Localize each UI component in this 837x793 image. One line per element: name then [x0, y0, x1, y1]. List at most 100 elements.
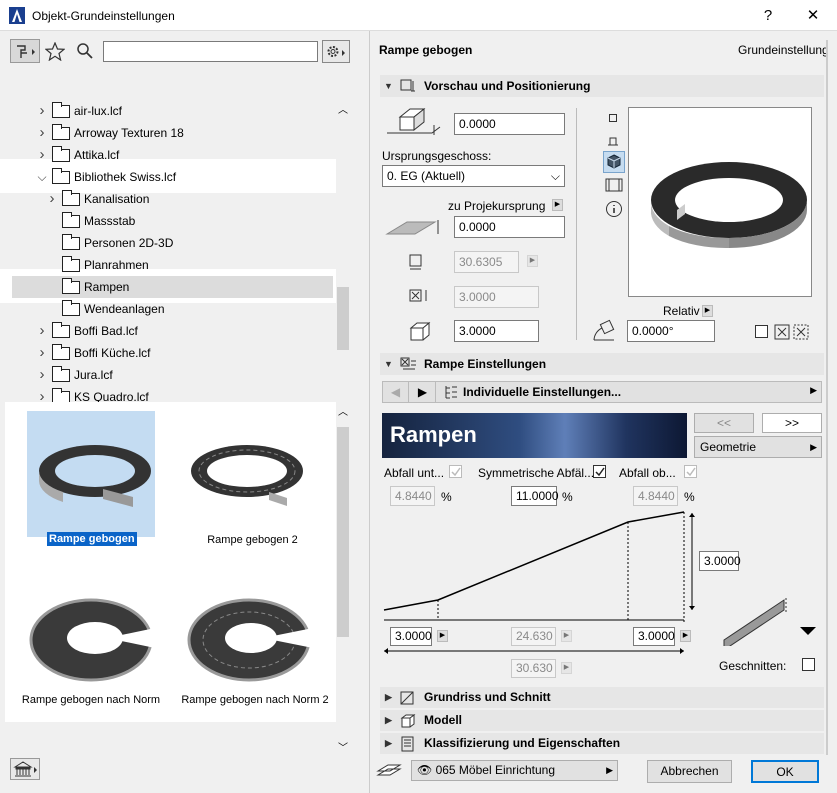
tree-item[interactable]: › Arroway Texturen 18	[0, 122, 330, 144]
thumbs-scrollbar[interactable]: ︿ ﹀	[336, 402, 350, 754]
slope-mid-input[interactable]: 11.0000	[511, 486, 559, 506]
3d-view-button[interactable]	[603, 151, 625, 173]
search-icon[interactable]	[76, 42, 94, 60]
scrollbar-thumb[interactable]	[337, 427, 349, 637]
thumb-label-3: Rampe gebogen nach Norm	[21, 694, 161, 706]
help-button[interactable]: ?	[745, 0, 791, 31]
ramp-thumbnail-1[interactable]	[33, 437, 151, 513]
prev-page-button[interactable]: <<	[694, 413, 754, 433]
diagram-total-input: 30.630	[511, 659, 556, 678]
chevron-right-icon[interactable]: ›	[37, 320, 47, 342]
settings-button[interactable]	[322, 40, 350, 63]
ok-button[interactable]: OK	[751, 760, 819, 783]
tree-item[interactable]: Rampen	[0, 276, 330, 298]
diagram-left-input[interactable]: 3.0000	[390, 627, 432, 646]
slope-lower-checkbox[interactable]	[449, 465, 462, 478]
tree-item[interactable]: Personen 2D-3D	[0, 232, 330, 254]
next-page-button[interactable]: ▶	[410, 382, 436, 402]
slope-upper-label: Abfall ob...	[619, 466, 676, 480]
scroll-up-icon[interactable]: ︿	[337, 403, 349, 418]
diagram-right-input[interactable]: 3.0000	[633, 627, 675, 646]
tree-item[interactable]: › Boffi Küche.lcf	[0, 342, 330, 364]
previous-page-button[interactable]: ◀	[383, 382, 409, 402]
tree-item[interactable]: ⌵ Bibliothek Swiss.lcf	[0, 166, 330, 188]
diagram-mid-input: 24.630	[511, 627, 556, 646]
project-origin-arrow[interactable]: ▶	[552, 199, 563, 211]
folder-icon	[52, 168, 70, 184]
plan-view-icon[interactable]	[609, 114, 617, 122]
percent-label: %	[441, 490, 452, 504]
mirror-y-icon[interactable]	[793, 324, 809, 340]
symmetric-slope-label: Symmetrische Abfäl...	[478, 466, 595, 480]
ramp-thumbnail-4[interactable]	[185, 592, 313, 692]
film-icon[interactable]	[605, 178, 623, 192]
favorites-icon[interactable]	[45, 42, 65, 61]
window-title: Objekt-Grundeinstellungen	[32, 9, 175, 23]
diagram-right-arrow[interactable]: ▶	[680, 630, 691, 642]
diagram-height-input[interactable]: 3.0000	[699, 551, 741, 571]
cancel-button[interactable]: Abbrechen	[647, 760, 732, 783]
section-ramp-title: Rampe Einstellungen	[424, 357, 547, 371]
parameter-nav-bar: ◀ ▶ Individuelle Einstellungen... ▶	[382, 381, 822, 403]
folder-view-button[interactable]	[10, 39, 40, 63]
library-pane: › air-lux.lcf › Arroway Texturen 18 › Attika.…	[0, 31, 369, 793]
chevron-right-icon[interactable]: ›	[37, 144, 47, 166]
tree-item[interactable]: › air-lux.lcf	[0, 100, 330, 122]
library-manager-button[interactable]	[10, 758, 40, 780]
info-icon[interactable]	[605, 200, 623, 218]
section-preview-header[interactable]: ▼ Vorschau und Positionierung	[380, 75, 824, 97]
width-icon	[409, 254, 422, 270]
scroll-down-icon[interactable]: ﹀	[337, 739, 349, 754]
tree-item-label: Attika.lcf	[74, 148, 120, 162]
section-model-header[interactable]: ▶ Modell	[380, 710, 824, 731]
origin-select[interactable]: 0. EG (Aktuell) ⌵	[382, 165, 565, 187]
divider	[576, 108, 577, 340]
chevron-down-icon[interactable]: ⌵	[37, 166, 47, 188]
project-origin-input[interactable]: 0.0000	[454, 216, 565, 238]
elevation-input[interactable]: 0.0000	[454, 113, 565, 135]
scroll-up-icon[interactable]: ︿	[337, 101, 349, 116]
scrollbar-thumb[interactable]	[337, 287, 349, 350]
slope-upper-checkbox[interactable]	[684, 465, 697, 478]
project-origin-icon	[385, 220, 439, 235]
chevron-right-icon[interactable]: ›	[37, 122, 47, 144]
next-page-button-2[interactable]: >>	[762, 413, 822, 433]
geometry-select[interactable]: Geometrie ▶	[694, 436, 822, 458]
project-origin-label: zu Projekursprung	[448, 199, 546, 213]
section-ramp-header[interactable]: ▼ Rampe Einstellungen	[380, 353, 824, 375]
ramp-thumbnail-2[interactable]	[185, 437, 303, 513]
size-input[interactable]: 3.0000	[454, 320, 539, 342]
close-button[interactable]: ✕	[790, 0, 836, 31]
chevron-right-icon[interactable]: ›	[37, 100, 47, 122]
tree-scrollbar[interactable]: ︿ ﹀	[336, 100, 350, 430]
3d-preview[interactable]	[628, 107, 812, 297]
object-title: Rampe gebogen	[379, 43, 473, 57]
tree-item[interactable]: › Boffi Bad.lcf	[0, 320, 330, 342]
tree-item[interactable]: Massstab	[0, 210, 330, 232]
settings-scrollbar[interactable]	[826, 40, 828, 755]
tree-item[interactable]: › Attika.lcf	[0, 144, 330, 166]
expand-icon: ▶	[385, 715, 392, 725]
page-selector[interactable]: Individuelle Einstellungen...	[463, 385, 621, 399]
layer-select[interactable]: 👁 065 Möbel Einrichtung ▶	[411, 760, 618, 781]
tree-item[interactable]: › Jura.lcf	[0, 364, 330, 386]
section-view-icon[interactable]	[606, 134, 620, 148]
search-input[interactable]	[103, 41, 318, 62]
tree-item[interactable]: Planrahmen	[0, 254, 330, 276]
tree-item[interactable]: Wendeanlagen	[0, 298, 330, 320]
diagram-left-arrow[interactable]: ▶	[437, 630, 448, 642]
symmetric-slope-checkbox[interactable]	[593, 465, 606, 478]
ramp-thumbnail-3[interactable]	[27, 592, 155, 692]
section-class-header[interactable]: ▶ Klassifizierung und Eigenschaften	[380, 733, 824, 754]
tree-item[interactable]: › Kanalisation	[0, 188, 330, 210]
section-plan-header[interactable]: ▶ Grundriss und Schnitt	[380, 687, 824, 708]
mirror-off-checkbox[interactable]	[755, 325, 768, 338]
angle-input[interactable]: 0.0000°	[627, 320, 715, 342]
chevron-right-icon[interactable]: ›	[37, 364, 47, 386]
chevron-right-icon[interactable]: ›	[47, 188, 57, 210]
mirror-x-icon[interactable]	[774, 324, 790, 340]
cut-checkbox[interactable]	[802, 658, 815, 671]
library-building-icon	[13, 761, 37, 777]
chevron-right-icon[interactable]: ›	[37, 342, 47, 364]
relativ-arrow[interactable]: ▶	[702, 305, 713, 317]
